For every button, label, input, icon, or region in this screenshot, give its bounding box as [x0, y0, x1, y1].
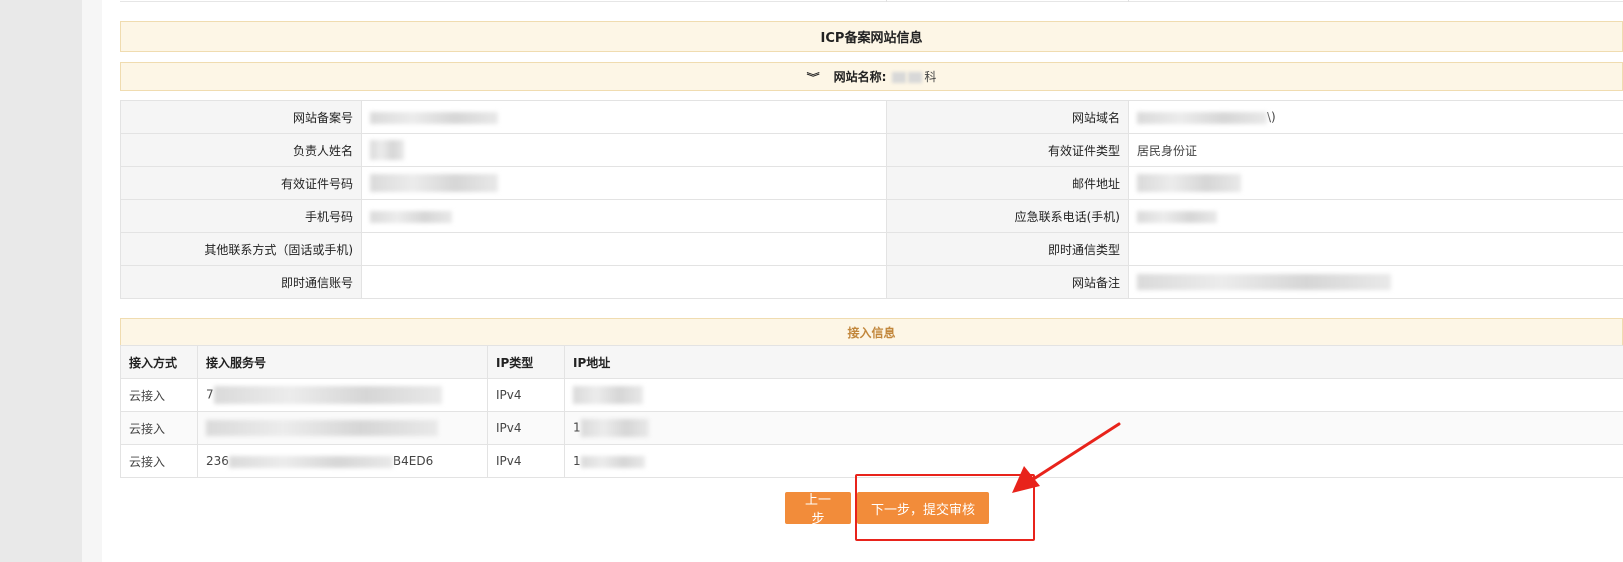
site-info-table: 网站备案号 网站域名 \) 负责人姓名 有效证件类型 居民身份证 有效证件号码 … [120, 100, 1623, 299]
table-row: 云接入 7 IPv4 [120, 378, 1623, 412]
other-contact-value [361, 232, 887, 266]
ip-address: 1 [564, 444, 1623, 478]
record-number-value [361, 100, 887, 134]
site-name-value: 科 [892, 68, 936, 85]
column-header: IP地址 [564, 345, 1623, 379]
phone-value [361, 199, 887, 233]
top-divider [120, 0, 1623, 2]
left-sidebar-gutter [0, 0, 82, 562]
table-row: 云接入 236 B4ED6 IPv4 1 [120, 444, 1623, 478]
site-name-label: 网站名称: [833, 70, 887, 84]
im-account-value [361, 265, 887, 299]
table-header-row: 接入方式 接入服务号 IP类型 IP地址 [120, 345, 1623, 379]
domain-value: \) [1128, 100, 1623, 134]
field-label: 邮件地址 [886, 166, 1129, 200]
site-remark-value [1128, 265, 1623, 299]
ip-address [564, 378, 1623, 412]
field-label: 有效证件类型 [886, 133, 1129, 167]
service-number: 236 B4ED6 [197, 444, 488, 478]
field-label: 即时通信账号 [120, 265, 362, 299]
table-row: 其他联系方式（固话或手机) 即时通信类型 [120, 232, 1623, 266]
email-value [1128, 166, 1623, 200]
access-method: 云接入 [120, 411, 198, 445]
access-info-title: 接入信息 [847, 325, 896, 340]
field-label: 有效证件号码 [120, 166, 362, 200]
ip-address: 1 [564, 411, 1623, 445]
table-row: 即时通信账号 网站备注 [120, 265, 1623, 299]
service-number [197, 411, 488, 445]
column-header: 接入服务号 [197, 345, 488, 379]
previous-step-button[interactable]: 上一步 [785, 492, 851, 527]
access-method: 云接入 [120, 444, 198, 478]
id-number-value [361, 166, 887, 200]
id-type-value: 居民身份证 [1128, 133, 1623, 167]
annotation-highlight-box [855, 474, 1035, 541]
table-row: 手机号码 应急联系电话(手机) [120, 199, 1623, 233]
table-row: 负责人姓名 有效证件类型 居民身份证 [120, 133, 1623, 167]
emergency-phone-value [1128, 199, 1623, 233]
section-title-band: ICP备案网站信息 [120, 21, 1623, 52]
ip-type: IPv4 [487, 411, 565, 445]
table-row: 云接入 IPv4 1 [120, 411, 1623, 445]
field-label: 其他联系方式（固话或手机) [120, 232, 362, 266]
field-label: 应急联系电话(手机) [886, 199, 1129, 233]
field-label: 负责人姓名 [120, 133, 362, 167]
left-sidebar-edge [82, 0, 102, 562]
field-label: 即时通信类型 [886, 232, 1129, 266]
section-title: ICP备案网站信息 [820, 31, 923, 46]
im-type-value [1128, 232, 1623, 266]
access-method: 云接入 [120, 378, 198, 412]
ip-type: IPv4 [487, 378, 565, 412]
table-row: 网站备案号 网站域名 \) [120, 100, 1623, 134]
access-info-table: 接入方式 接入服务号 IP类型 IP地址 云接入 7 IPv4 云接入 IPv4… [120, 345, 1623, 478]
access-info-band: 接入信息 [120, 318, 1623, 346]
table-row: 有效证件号码 邮件地址 [120, 166, 1623, 200]
service-number: 7 [197, 378, 488, 412]
owner-name-value [361, 133, 887, 167]
chevron-double-down-icon[interactable]: ︾ [807, 69, 820, 83]
field-label: 网站域名 [886, 100, 1129, 134]
field-label: 网站备注 [886, 265, 1129, 299]
ip-type: IPv4 [487, 444, 565, 478]
column-header: IP类型 [487, 345, 565, 379]
field-label: 手机号码 [120, 199, 362, 233]
site-collapse-header[interactable]: ︾ 网站名称: 科 [120, 62, 1623, 91]
field-label: 网站备案号 [120, 100, 362, 134]
column-header: 接入方式 [120, 345, 198, 379]
